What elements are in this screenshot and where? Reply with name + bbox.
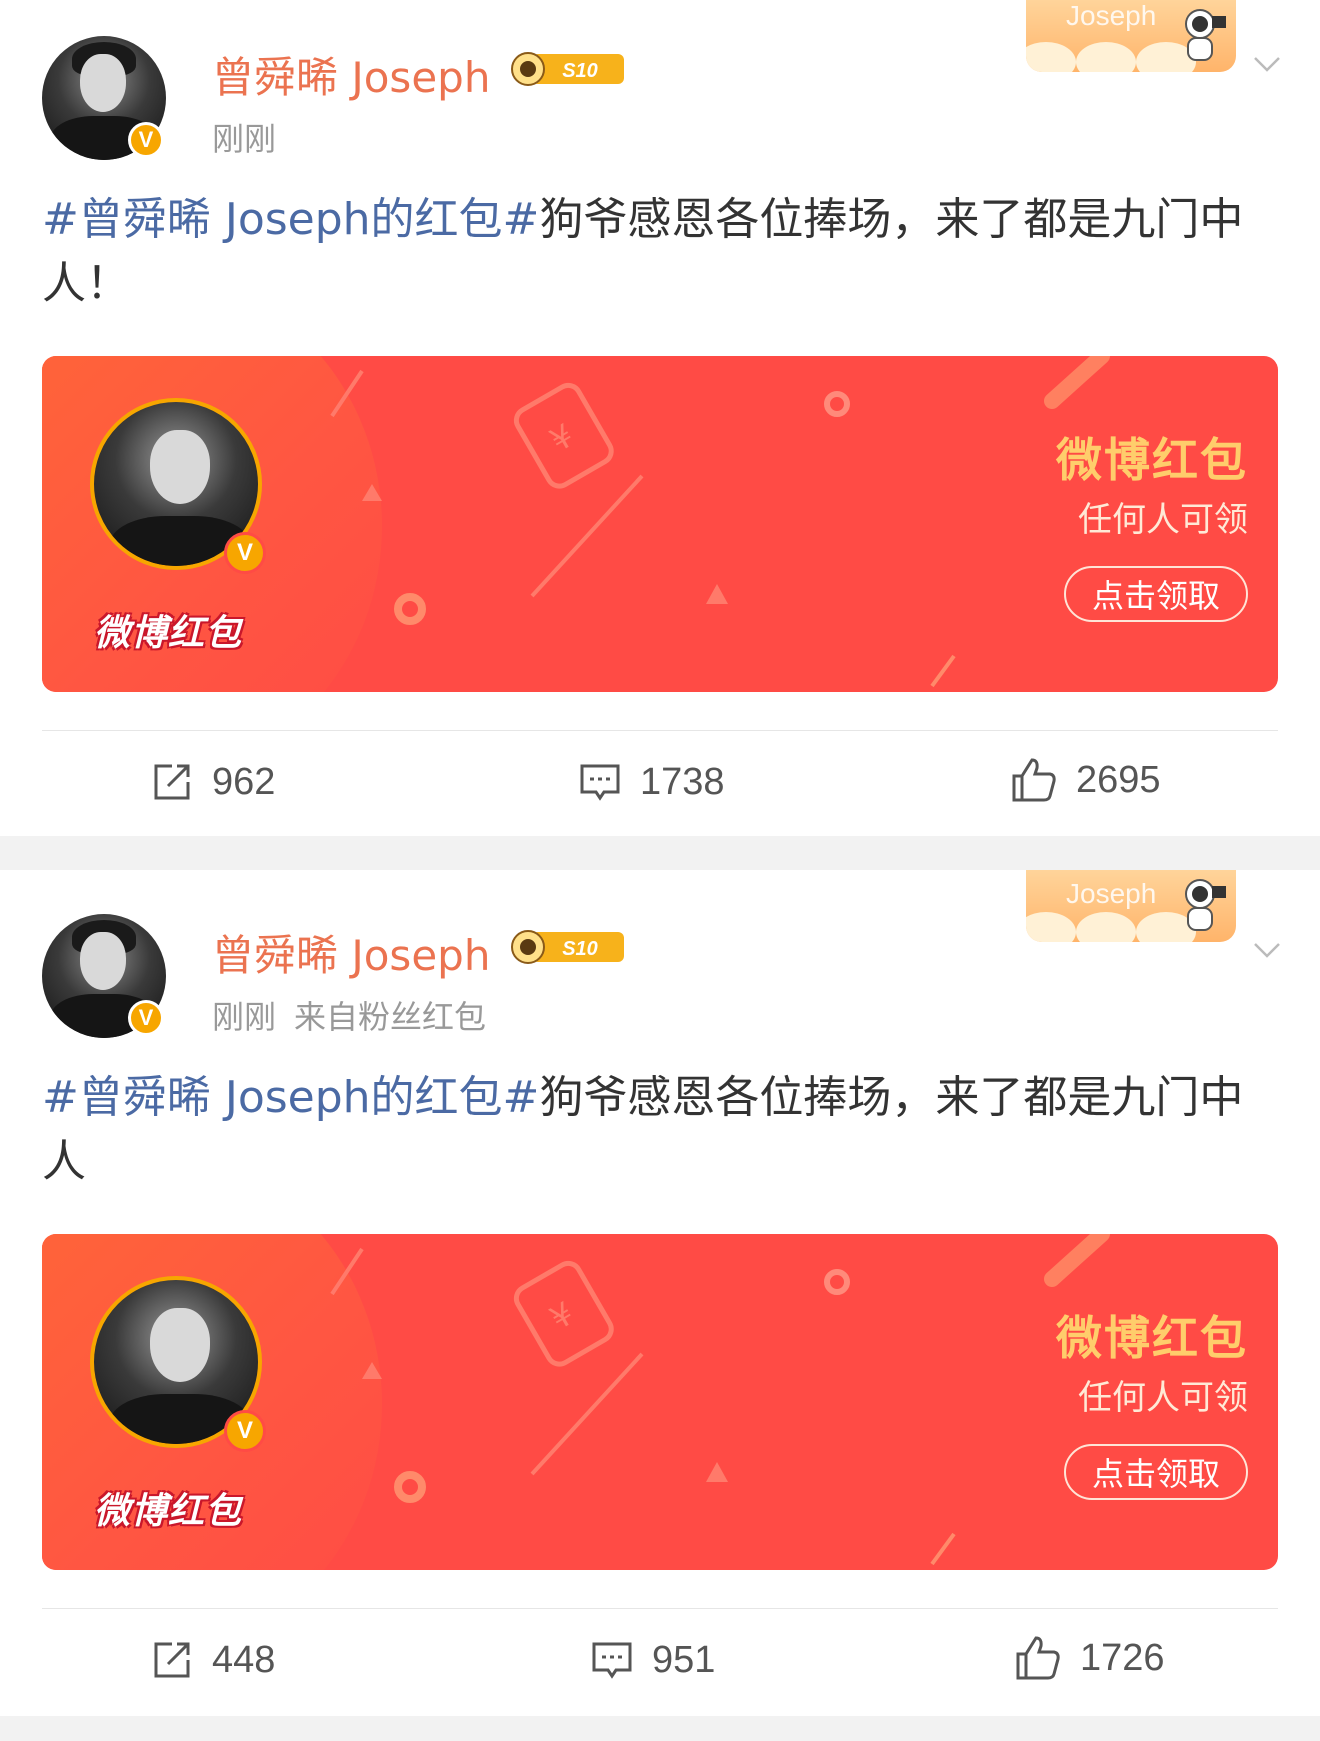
banner-cloud xyxy=(1026,42,1076,72)
avatar-face xyxy=(80,54,126,112)
banner-cloud xyxy=(1076,912,1136,942)
chevron-down-icon[interactable] xyxy=(1252,934,1282,964)
svg-text:¥: ¥ xyxy=(544,416,581,459)
like-icon xyxy=(1012,758,1056,802)
like-icon xyxy=(1016,1636,1060,1680)
repost-count: 962 xyxy=(212,760,276,803)
card-title: 微博红包 xyxy=(1056,433,1248,487)
avatar-face xyxy=(80,932,126,990)
divider xyxy=(42,730,1278,731)
level-badge-label: S10 xyxy=(562,938,598,960)
hashtag-link[interactable]: #曾舜晞 Joseph的红包# xyxy=(42,194,539,245)
repost-button[interactable]: 448 xyxy=(150,1638,275,1682)
claim-button[interactable]: 点击领取 xyxy=(1064,1444,1248,1500)
banner-cloud xyxy=(1026,912,1076,942)
hashtag-link[interactable]: #曾舜晞 Joseph的红包# xyxy=(42,1072,539,1123)
comment-count: 1738 xyxy=(640,760,725,803)
decoration-banner: Joseph xyxy=(1026,870,1236,942)
like-count: 1726 xyxy=(1080,1636,1165,1679)
like-button[interactable]: 1726 xyxy=(1014,1634,1165,1682)
red-packet-card[interactable]: ¥ V 微博红包 微博红包 任何人可领 点击领取 xyxy=(42,1234,1278,1570)
repost-button[interactable]: 962 xyxy=(150,760,275,804)
post-content: #曾舜晞 Joseph的红包#狗爷感恩各位捧场，来了都是九门中人！ xyxy=(42,188,1282,316)
post-time: 刚刚 xyxy=(212,120,277,158)
like-count: 2695 xyxy=(1076,758,1161,801)
level-badge-icon: S10 xyxy=(511,930,624,964)
verified-icon: V xyxy=(128,1000,164,1036)
banner-text: Joseph xyxy=(1066,0,1157,31)
level-badge-icon: S10 xyxy=(511,52,624,86)
post-meta: 刚刚 来自粉丝红包 xyxy=(212,992,486,1038)
banner-text: Joseph xyxy=(1066,878,1157,909)
decoration-banner: Joseph xyxy=(1026,0,1236,72)
repost-icon xyxy=(154,1642,190,1678)
post-time: 刚刚 xyxy=(212,998,277,1036)
comment-icon xyxy=(592,1642,632,1679)
claim-button[interactable]: 点击领取 xyxy=(1064,566,1248,622)
red-packet-card[interactable]: ¥ V 微博红包 微博红包 任何人可领 点击领取 xyxy=(42,356,1278,692)
card-logo: 微博红包 xyxy=(94,1491,243,1532)
like-button[interactable]: 2695 xyxy=(1010,756,1161,804)
divider xyxy=(42,1608,1278,1609)
verified-icon: V xyxy=(224,1410,266,1452)
verified-icon: V xyxy=(224,532,266,574)
chevron-down-icon[interactable] xyxy=(1252,48,1282,78)
comment-button[interactable]: 951 xyxy=(590,1638,715,1682)
repost-count: 448 xyxy=(212,1638,276,1681)
weibo-post: V 曾舜晞 Joseph S10 刚刚 Joseph #曾舜晞 Joseph的红… xyxy=(0,0,1320,836)
post-meta: 刚刚 xyxy=(212,114,276,160)
card-logo: 微博红包 xyxy=(94,613,243,654)
post-content: #曾舜晞 Joseph的红包#狗爷感恩各位捧场，来了都是九门中人 xyxy=(42,1066,1282,1194)
avatar-face xyxy=(150,430,210,504)
repost-icon xyxy=(154,764,190,800)
weibo-post: V 曾舜晞 Joseph S10 刚刚 来自粉丝红包 Joseph #曾舜晞 Jo… xyxy=(0,870,1320,1716)
banner-cloud xyxy=(1076,42,1136,72)
username[interactable]: 曾舜晞 Joseph xyxy=(212,922,490,983)
svg-text:¥: ¥ xyxy=(544,1294,581,1337)
card-subtitle: 任何人可领 xyxy=(1078,500,1248,540)
comment-button[interactable]: 1738 xyxy=(578,760,725,804)
astronaut-icon xyxy=(1185,879,1226,931)
card-title: 微博红包 xyxy=(1056,1311,1248,1365)
comment-icon xyxy=(580,764,620,801)
level-badge-label: S10 xyxy=(562,60,598,82)
astronaut-icon xyxy=(1185,9,1226,61)
verified-icon: V xyxy=(128,122,164,158)
username[interactable]: 曾舜晞 Joseph xyxy=(212,44,490,105)
avatar-face xyxy=(150,1308,210,1382)
card-subtitle: 任何人可领 xyxy=(1078,1378,1248,1418)
post-source[interactable]: 来自粉丝红包 xyxy=(294,998,486,1036)
comment-count: 951 xyxy=(652,1638,716,1681)
